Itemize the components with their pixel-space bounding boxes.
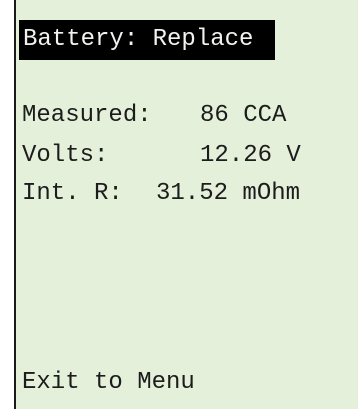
battery-status-header: Battery: Replace	[19, 20, 275, 60]
reading-value: 31.52 mOhm	[156, 180, 301, 207]
reading-row-measured: Measured: 86 CCA	[22, 102, 322, 130]
device-screen-frame: Battery: Replace Measured: 86 CCA Volts:…	[0, 0, 358, 409]
reading-value: 12.26 V	[200, 142, 301, 169]
reading-row-internal-resistance: Int. R: 31.52 mOhm	[22, 180, 322, 208]
reading-label: Volts:	[22, 142, 109, 169]
reading-label: Int. R:	[22, 180, 123, 207]
reading-value: 86 CCA	[200, 102, 287, 129]
exit-to-menu-option[interactable]: Exit to Menu	[22, 369, 195, 397]
reading-label: Measured:	[22, 102, 152, 129]
reading-row-volts: Volts: 12.26 V	[22, 142, 322, 170]
